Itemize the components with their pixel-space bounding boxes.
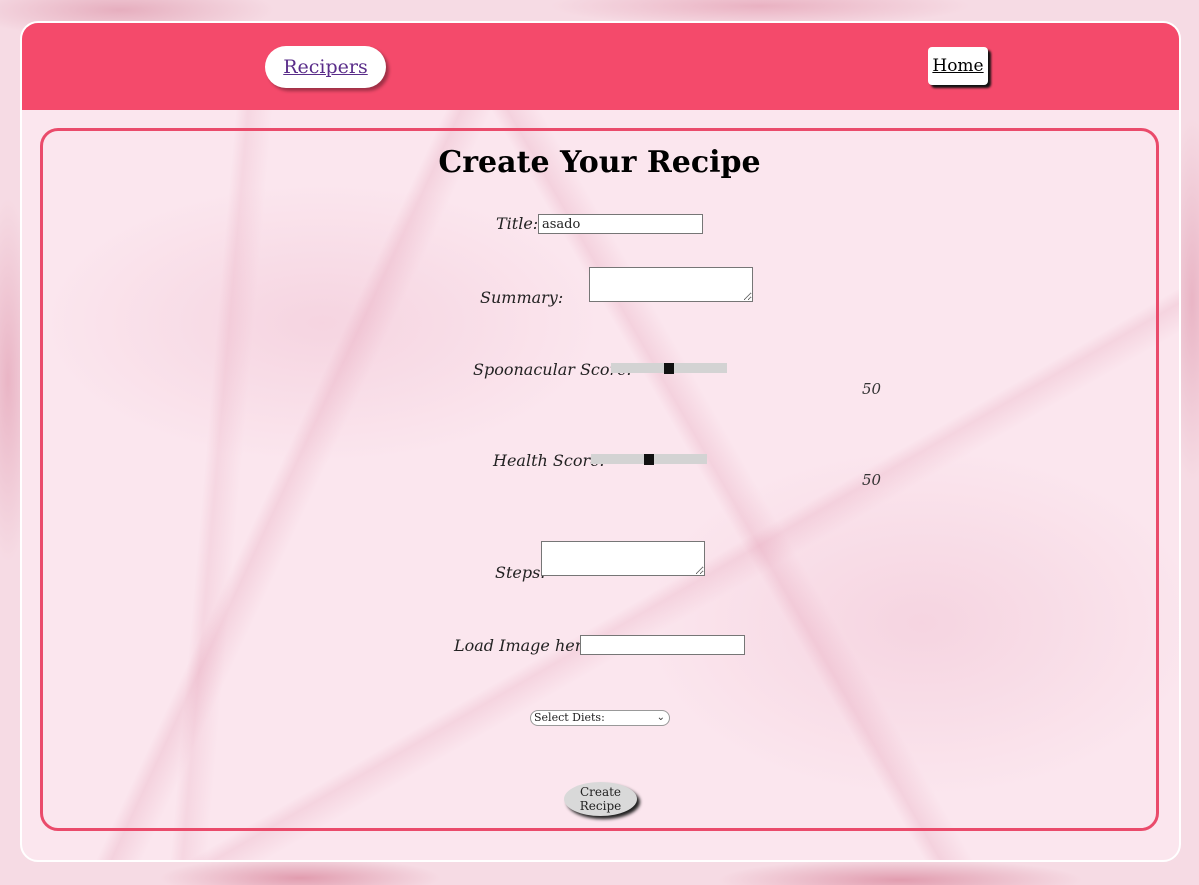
summary-textarea[interactable] (589, 267, 753, 302)
health-slider-thumb[interactable] (644, 454, 654, 465)
page-title: Create Your Recipe (438, 145, 761, 180)
image-label: Load Image here: (454, 636, 598, 655)
image-url-input[interactable] (580, 635, 745, 655)
navbar: Recipers Home (22, 23, 1179, 110)
spoonacular-score-slider[interactable] (611, 363, 727, 374)
app-card: Recipers Home Create Your Recipe Title: … (20, 21, 1181, 862)
recipe-form: Create Your Recipe Title: Summary: Spoon… (40, 128, 1159, 831)
brand-pill[interactable]: Recipers (265, 46, 386, 88)
chevron-down-icon: ⌄ (656, 712, 665, 723)
health-score-value: 50 (862, 471, 882, 489)
health-score-label: Health Score: (493, 451, 605, 470)
steps-textarea[interactable] (541, 541, 705, 576)
summary-label: Summary: (480, 288, 564, 307)
spoonacular-score-label: Spoonacular Score: (473, 360, 633, 379)
spoonacular-slider-thumb[interactable] (664, 363, 674, 374)
diets-select[interactable]: Select Diets: ⌄ (530, 710, 670, 726)
brand-link[interactable]: Recipers (283, 56, 368, 78)
home-button[interactable]: Home (928, 47, 988, 85)
create-recipe-button[interactable]: Create Recipe (564, 782, 637, 816)
title-input[interactable] (538, 214, 703, 234)
home-link[interactable]: Home (932, 56, 983, 76)
steps-label: Steps: (495, 563, 546, 582)
title-label: Title: (496, 214, 539, 233)
health-score-slider[interactable] (591, 454, 707, 465)
diets-select-value: Select Diets: (534, 711, 605, 724)
spoonacular-score-value: 50 (862, 380, 882, 398)
